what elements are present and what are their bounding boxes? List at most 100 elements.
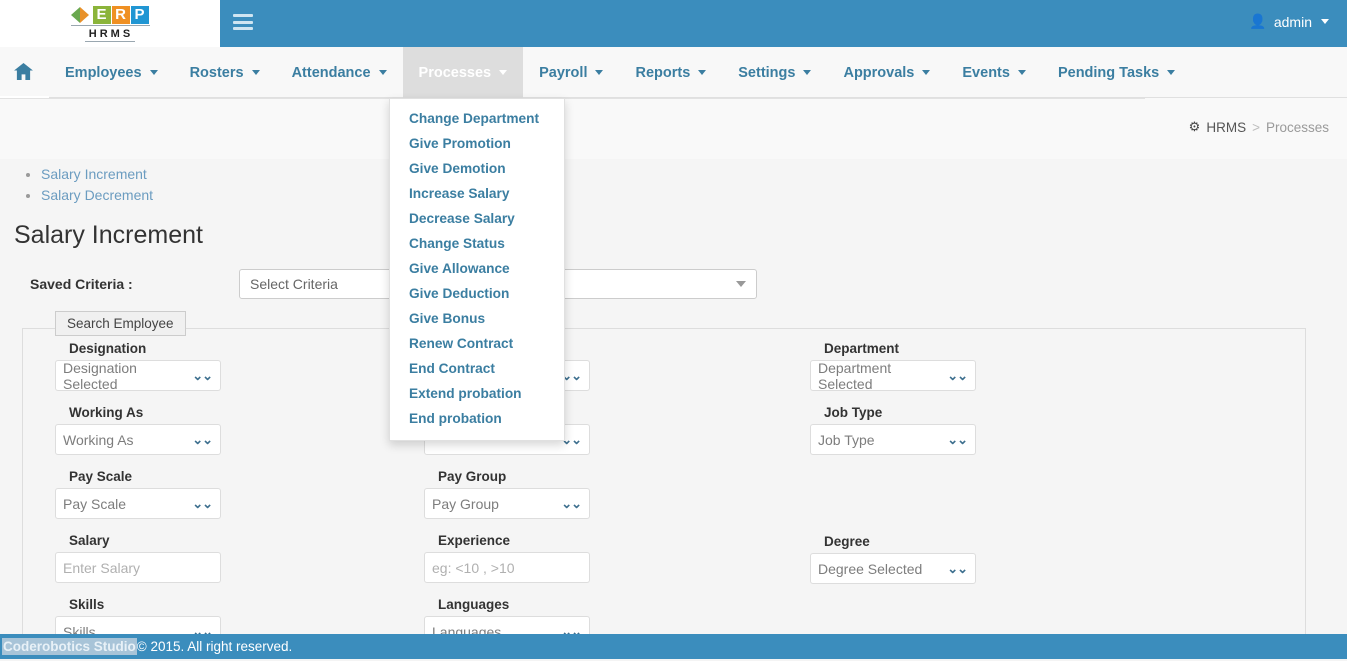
logo-letter-p: P (130, 5, 149, 24)
menu-item-give-bonus[interactable]: Give Bonus (390, 306, 564, 331)
nav-item-reports[interactable]: Reports (619, 47, 722, 98)
field-value: Job Type (818, 431, 875, 448)
filter-column-1: Designation Designation Selected ⌄⌄ Work… (23, 341, 394, 661)
page-title: Salary Increment (14, 221, 203, 249)
field-label: Designation (69, 341, 147, 356)
pay-scale-select[interactable]: Pay Scale ⌄⌄ (55, 488, 221, 519)
footer-brand[interactable]: Coderobotics Studio (2, 638, 137, 655)
nav-item-home[interactable] (0, 47, 49, 98)
chevron-down-icon (736, 281, 746, 287)
chevron-down-icon (251, 70, 260, 75)
field-pay-scale: Pay Scale Pay Scale ⌄⌄ (55, 469, 394, 519)
quick-links-list: Salary Increment Salary Decrement (14, 164, 153, 206)
saved-criteria-label: Saved Criteria : (30, 276, 133, 292)
field-spacer-1 (810, 469, 1136, 520)
field-label: Skills (69, 597, 105, 612)
job-type-select[interactable]: Job Type ⌄⌄ (810, 424, 976, 455)
menu-item-renew-contract[interactable]: Renew Contract (390, 331, 564, 356)
experience-input[interactable]: eg: <10 , >10 (424, 552, 590, 583)
menu-item-change-status[interactable]: Change Status (390, 231, 564, 256)
nav-label: Events (962, 64, 1010, 81)
chevron-down-icon (922, 70, 931, 75)
breadcrumb-separator: > (1252, 119, 1260, 135)
search-employee-panel: Search Employee Designation Designation … (22, 311, 1307, 661)
list-item: Salary Increment (41, 164, 153, 185)
menu-item-give-deduction[interactable]: Give Deduction (390, 281, 564, 306)
field-label: Languages (438, 597, 510, 612)
field-value: Degree Selected (818, 560, 923, 577)
breadcrumb-divider (0, 98, 1145, 99)
salary-input[interactable]: Enter Salary (55, 552, 221, 583)
nav-label: Attendance (291, 64, 371, 81)
menu-item-end-contract[interactable]: End Contract (390, 356, 564, 381)
field-working-as: Working As Working As ⌄⌄ (55, 405, 394, 455)
list-item: Salary Decrement (41, 185, 153, 206)
nav-item-settings[interactable]: Settings (722, 47, 827, 98)
nav-label: Employees (65, 64, 142, 81)
logo-letter-r: R (111, 5, 130, 24)
field-placeholder: Enter Salary (63, 559, 141, 576)
field-value: Designation Selected (63, 359, 137, 392)
app-logo[interactable]: E R P HRMS (0, 0, 220, 47)
field-degree: Degree Degree Selected ⌄⌄ (810, 534, 1136, 584)
menu-item-extend-probation[interactable]: Extend probation (390, 381, 564, 406)
nav-item-events[interactable]: Events (946, 47, 1042, 98)
nav-label: Rosters (189, 64, 244, 81)
menu-item-increase-salary[interactable]: Increase Salary (390, 181, 564, 206)
home-icon (14, 63, 33, 80)
nav-item-approvals[interactable]: Approvals (827, 47, 946, 98)
quicklink-salary-increment[interactable]: Salary Increment (41, 166, 147, 182)
nav-item-employees[interactable]: Employees (49, 47, 174, 98)
field-pay-group: Pay Group Pay Group ⌄⌄ (424, 469, 765, 519)
menu-item-decrease-salary[interactable]: Decrease Salary (390, 206, 564, 231)
nav-label: Processes (418, 64, 492, 81)
nav-item-payroll[interactable]: Payroll (523, 47, 619, 98)
nav-item-rosters[interactable]: Rosters (174, 47, 276, 98)
double-chevron-down-icon: ⌄⌄ (192, 368, 213, 383)
menu-item-give-demotion[interactable]: Give Demotion (390, 156, 564, 181)
logo-subtitle: HRMS (84, 28, 136, 42)
double-chevron-down-icon: ⌄⌄ (947, 368, 968, 383)
nav-item-processes[interactable]: Processes (402, 47, 524, 98)
nav-item-pending-tasks[interactable]: Pending Tasks (1042, 47, 1191, 98)
breadcrumb-root[interactable]: HRMS (1206, 120, 1246, 135)
nav-label: Settings (738, 64, 796, 81)
hamburger-icon[interactable] (233, 14, 253, 30)
chevron-down-icon (595, 70, 604, 75)
nav-label: Reports (635, 64, 691, 81)
field-label: Pay Group (438, 469, 507, 484)
menu-item-give-promotion[interactable]: Give Promotion (390, 131, 564, 156)
menu-item-end-probation[interactable]: End probation (390, 406, 564, 431)
main-content: Salary Increment Salary Decrement Salary… (0, 98, 1347, 658)
designation-select[interactable]: Designation Selected ⌄⌄ (55, 359, 221, 392)
panel-tab-search-employee[interactable]: Search Employee (55, 311, 186, 336)
filter-columns: Designation Designation Selected ⌄⌄ Work… (23, 341, 1307, 661)
processes-dropdown-menu: Change Department Give Promotion Give De… (389, 98, 565, 441)
breadcrumb-current: Processes (1265, 119, 1329, 135)
user-menu[interactable]: 👤 admin (1249, 13, 1329, 30)
footer-bar: Coderobotics Studio © 2015. All right re… (0, 634, 1347, 659)
chevron-down-icon (1017, 70, 1026, 75)
menu-item-give-allowance[interactable]: Give Allowance (390, 256, 564, 281)
filter-column-3: Department Department Selected ⌄⌄ Job Ty… (765, 341, 1136, 661)
chevron-down-icon (499, 70, 508, 75)
department-select[interactable]: Department Selected ⌄⌄ (810, 360, 976, 392)
pay-group-select[interactable]: Pay Group ⌄⌄ (424, 488, 590, 519)
degree-select[interactable]: Degree Selected ⌄⌄ (810, 553, 976, 584)
quicklink-salary-decrement[interactable]: Salary Decrement (41, 187, 153, 203)
main-navigation: Employees Rosters Attendance Processes P… (0, 47, 1347, 98)
working-as-select[interactable]: Working As ⌄⌄ (55, 424, 221, 455)
double-chevron-down-icon: ⌄⌄ (947, 561, 968, 576)
saved-criteria-row: Saved Criteria : Select Criteria (14, 264, 1334, 304)
logo-letter-e: E (92, 5, 111, 24)
breadcrumb-bar: ⚙ HRMS > Processes (0, 98, 1347, 159)
field-label: Department (824, 341, 900, 356)
nav-label: Approvals (843, 64, 915, 81)
user-name: admin (1273, 13, 1312, 30)
nav-label: Payroll (539, 64, 588, 81)
menu-item-change-department[interactable]: Change Department (390, 106, 564, 131)
footer-copyright: © 2015. All right reserved. (136, 639, 293, 654)
double-chevron-down-icon: ⌄⌄ (192, 496, 213, 511)
chevron-down-icon (149, 70, 158, 75)
nav-item-attendance[interactable]: Attendance (276, 47, 403, 98)
